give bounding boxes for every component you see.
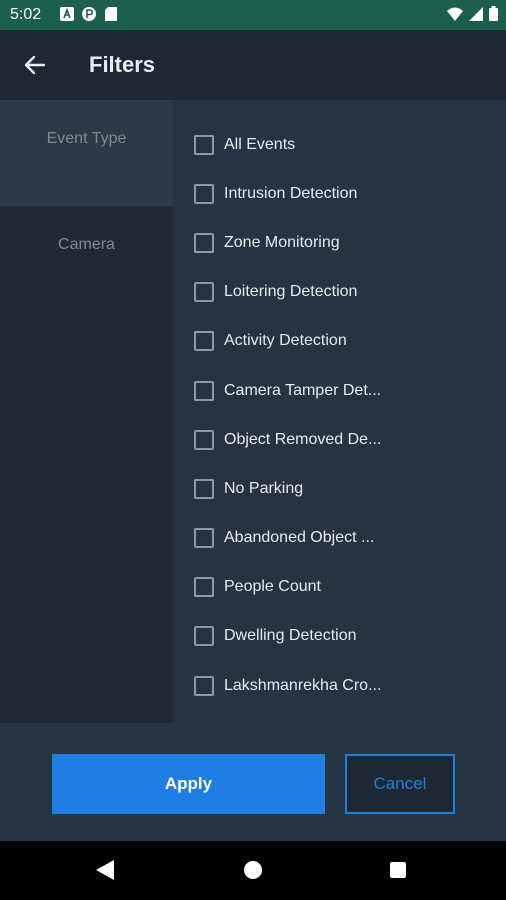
list-item[interactable]: No Parking [173, 464, 506, 513]
list-item[interactable]: All Events [173, 120, 506, 169]
item-label: Loitering Detection [224, 283, 358, 301]
a-icon [60, 7, 74, 21]
tab-camera[interactable]: Camera [0, 206, 173, 723]
checkbox[interactable] [194, 577, 214, 598]
tab-label: Event Type [46, 130, 127, 147]
item-label: Object Removed De... [224, 430, 382, 448]
item-label: Abandoned Object ... [224, 529, 375, 547]
status-bar: 5:02 [0, 0, 506, 30]
battery-icon [489, 6, 498, 26]
apply-button[interactable]: Apply [52, 754, 325, 814]
wifi-icon [447, 7, 463, 26]
list-item[interactable]: Dwelling Detection [173, 612, 506, 661]
action-buttons: Apply Cancel [0, 754, 506, 814]
list-item[interactable]: Abandoned Object ... [173, 514, 506, 563]
item-label: Camera Tamper Det... [224, 381, 382, 399]
signal-icon [469, 6, 483, 26]
checkbox[interactable] [194, 528, 214, 549]
sd-card-icon [104, 7, 118, 21]
status-time: 5:02 [10, 6, 42, 23]
item-label: Lakshmanrekha Cro... [224, 676, 382, 694]
list-item[interactable]: Zone Monitoring [173, 218, 506, 267]
nav-recents-icon[interactable] [390, 862, 406, 878]
item-label: No Parking [224, 479, 304, 497]
event-type-list: All Events Intrusion Detection Zone Moni… [173, 120, 506, 710]
checkbox[interactable] [194, 232, 214, 253]
app-bar: Filters [0, 30, 506, 100]
item-label: Zone Monitoring [224, 233, 340, 251]
list-item[interactable]: Lakshmanrekha Cro... [173, 661, 506, 710]
item-label: All Events [224, 135, 296, 153]
tab-event-type[interactable]: Event Type [0, 100, 173, 206]
page-title: Filters [89, 52, 156, 77]
navigation-bar [0, 841, 506, 900]
p-icon [82, 7, 96, 21]
filter-category-panel: Event Type Camera [0, 100, 173, 723]
tab-label: Camera [58, 236, 115, 253]
list-item[interactable]: Object Removed De... [173, 415, 506, 464]
nav-back-icon[interactable] [96, 860, 114, 885]
checkbox[interactable] [194, 626, 214, 647]
checkbox[interactable] [194, 675, 214, 696]
checkbox[interactable] [194, 380, 214, 401]
item-label: Activity Detection [224, 332, 347, 350]
nav-home-icon[interactable] [244, 861, 262, 879]
checkbox[interactable] [194, 478, 214, 499]
checkbox[interactable] [194, 331, 214, 352]
list-item[interactable]: Loitering Detection [173, 268, 506, 317]
item-label: Dwelling Detection [224, 627, 357, 645]
cancel-button[interactable]: Cancel [345, 754, 455, 814]
arrow-left-icon[interactable] [22, 52, 48, 78]
checkbox[interactable] [194, 183, 214, 204]
checkbox[interactable] [194, 282, 214, 303]
item-label: Intrusion Detection [224, 184, 358, 202]
checkbox[interactable] [194, 429, 214, 450]
checkbox[interactable] [194, 134, 214, 155]
list-item[interactable]: Intrusion Detection [173, 169, 506, 218]
item-label: People Count [224, 578, 321, 596]
list-item[interactable]: People Count [173, 563, 506, 612]
list-item[interactable]: Camera Tamper Det... [173, 366, 506, 415]
list-item[interactable]: Activity Detection [173, 317, 506, 366]
